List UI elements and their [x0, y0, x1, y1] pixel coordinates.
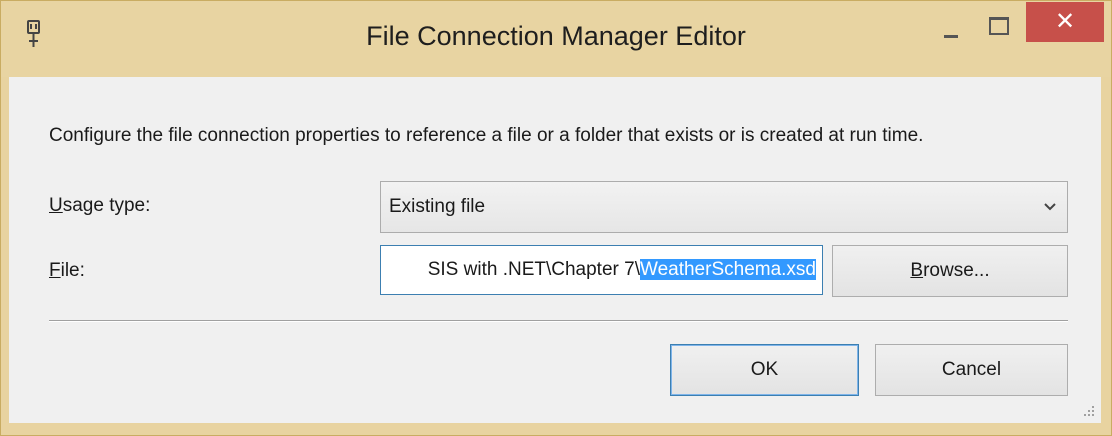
dialog-body: Configure the file connection properties…: [9, 77, 1101, 423]
resize-grip-icon[interactable]: [1081, 403, 1095, 417]
cancel-button[interactable]: Cancel: [875, 344, 1068, 396]
chevron-down-icon[interactable]: [1043, 200, 1057, 212]
dialog-window: File Connection Manager Editor ✕ Configu…: [0, 0, 1112, 436]
minimize-button[interactable]: [927, 5, 975, 45]
usage-type-mnemonic: U: [49, 195, 63, 216]
ok-button[interactable]: OK: [670, 344, 859, 396]
description-text: Configure the file connection properties…: [49, 125, 924, 146]
file-path-unselected: SIS with .NET\Chapter 7\: [427, 259, 640, 280]
minimize-icon: [944, 35, 958, 38]
usage-type-dropdown[interactable]: Existing file: [380, 181, 1068, 233]
browse-mnemonic: B: [910, 260, 924, 281]
file-label-rest: ile:: [60, 260, 85, 281]
usage-type-label: Usage type:: [49, 195, 150, 217]
file-path-text: SIS with .NET\Chapter 7\WeatherSchema.xs…: [428, 259, 816, 281]
maximize-button[interactable]: [975, 5, 1023, 45]
file-label: File:: [49, 260, 85, 282]
divider: [49, 320, 1068, 322]
title-bar[interactable]: File Connection Manager Editor ✕: [1, 1, 1111, 77]
file-mnemonic: F: [49, 260, 61, 281]
file-path-selected: WeatherSchema.xsd: [639, 259, 816, 280]
close-icon: ✕: [1054, 7, 1076, 35]
browse-button[interactable]: Browse...: [832, 245, 1068, 297]
usage-type-label-rest: sage type:: [62, 195, 151, 216]
file-path-input[interactable]: SIS with .NET\Chapter 7\WeatherSchema.xs…: [380, 245, 823, 295]
close-button[interactable]: ✕: [1026, 2, 1104, 42]
browse-label-rest: rowse...: [923, 260, 990, 281]
maximize-icon: [989, 17, 1009, 35]
usage-type-selected-value: Existing file: [389, 196, 486, 217]
